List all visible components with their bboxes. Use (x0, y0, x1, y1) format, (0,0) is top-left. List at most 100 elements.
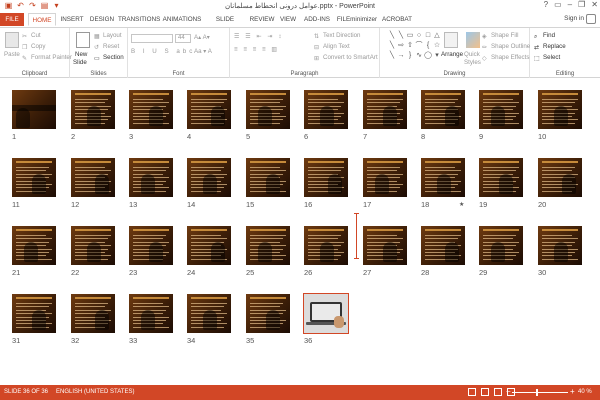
line-shape-icon[interactable]: ╲ (388, 31, 396, 40)
section-button[interactable]: ▭ Section (94, 54, 124, 62)
line-shape-icon[interactable]: ╲ (388, 41, 396, 50)
slide-thumbnail[interactable] (363, 226, 407, 265)
slide-thumbnail[interactable] (187, 90, 231, 129)
minimize-icon[interactable]: – (568, 0, 572, 9)
zoom-slider[interactable] (512, 392, 568, 393)
slide-thumbnail[interactable] (303, 293, 349, 334)
more-shapes-icon[interactable]: ▾ (433, 51, 441, 60)
slide-thumbnail[interactable] (304, 90, 348, 129)
star-shape-icon[interactable]: ☆ (433, 41, 441, 50)
slide-thumbnail[interactable] (479, 90, 523, 129)
slide-thumbnail[interactable] (363, 158, 407, 197)
slide-thumbnail[interactable] (187, 226, 231, 265)
shapes-gallery[interactable]: ╲ ╲ ▭ ○ □ △ ╲ ⇨ ⇧ ⌒ { ☆ ╲ → } ∿ ◯ ▾ (388, 31, 440, 61)
tab-design[interactable]: DESIGN (88, 13, 116, 26)
reset-button[interactable]: ↺ Reset (94, 43, 119, 51)
brace-shape-icon[interactable]: } (406, 51, 414, 60)
slide-thumbnail[interactable] (12, 158, 56, 197)
slide-thumbnail[interactable] (363, 90, 407, 129)
format-painter-button[interactable]: ✎ Format Painter (22, 54, 72, 62)
tab-file[interactable]: FILE (0, 13, 24, 26)
curve-shape-icon[interactable]: ⌒ (415, 41, 423, 50)
oval-shape-icon[interactable]: ◯ (424, 51, 432, 60)
slide-thumbnail[interactable] (304, 226, 348, 265)
cut-button[interactable]: ✂ Cut (22, 32, 41, 40)
ribbon-display-icon[interactable]: ▭ (554, 0, 562, 9)
paste-button[interactable]: Paste (4, 51, 20, 58)
slide-thumbnail[interactable] (129, 294, 173, 333)
tab-home[interactable]: HOME (28, 13, 56, 26)
slide-thumbnail[interactable] (71, 90, 115, 129)
align-text-button[interactable]: ⊟ Align Text (314, 43, 350, 51)
paste-icon[interactable] (5, 32, 19, 48)
arrange-icon[interactable] (444, 32, 458, 48)
line-shape-icon[interactable]: ╲ (397, 31, 405, 40)
tab-animations[interactable]: ANIMATIONS (162, 13, 202, 26)
align-buttons[interactable]: ≡ ≡ ≡ ≡ ▥ (234, 46, 279, 53)
tab-add-ins[interactable]: ADD-INS (302, 13, 332, 26)
tab-transitions[interactable]: TRANSITIONS (118, 13, 160, 26)
tab-fileminimizer[interactable]: FILEminimizer (335, 13, 379, 26)
slide-thumbnail[interactable] (71, 158, 115, 197)
normal-view-icon[interactable] (468, 388, 476, 396)
select-button[interactable]: ⬚ Select (534, 54, 560, 62)
quick-styles-icon[interactable] (466, 32, 480, 48)
convert-smartart-button[interactable]: ⊞ Convert to SmartArt (314, 54, 378, 62)
arrow-shape-icon[interactable]: → (397, 51, 405, 60)
close-icon[interactable]: ✕ (591, 0, 598, 9)
slide-thumbnail[interactable] (129, 90, 173, 129)
slide-sorter-view-icon[interactable] (481, 388, 489, 396)
zoom-slider-handle[interactable] (536, 389, 538, 396)
quick-styles-dropdown[interactable]: Styles (464, 59, 481, 66)
sign-in-link[interactable]: Sign in (564, 15, 584, 22)
new-slide-dropdown[interactable]: Slide (73, 59, 87, 66)
slide-thumbnail[interactable] (421, 226, 465, 265)
tab-acrobat[interactable]: ACROBAT (382, 13, 412, 26)
slide-thumbnail[interactable] (246, 294, 290, 333)
replace-button[interactable]: ⇄ Replace (534, 43, 566, 51)
copy-button[interactable]: ❐ Copy (22, 43, 45, 51)
slide-thumbnail[interactable] (246, 158, 290, 197)
layout-button[interactable]: ▦ Layout (94, 32, 122, 40)
font-color-icon[interactable]: Aa ▾ A (194, 48, 212, 55)
new-slide-icon[interactable] (76, 32, 90, 48)
oval-shape-icon[interactable]: ○ (415, 31, 423, 40)
slide-thumbnail[interactable] (129, 158, 173, 197)
shape-fill-button[interactable]: ◈ Shape Fill (482, 32, 519, 40)
slide-thumbnail[interactable] (421, 90, 465, 129)
zoom-level[interactable]: 40 % (578, 389, 592, 395)
font-size-field[interactable]: 44 (175, 34, 191, 43)
slide-thumbnail[interactable] (304, 158, 348, 197)
font-name-field[interactable] (131, 34, 173, 43)
new-slide-button[interactable]: New (75, 51, 87, 58)
slide-thumbnail[interactable] (187, 158, 231, 197)
rectangle-shape-icon[interactable]: □ (424, 31, 432, 40)
grow-font-icon[interactable]: A▴ A▾ (194, 34, 210, 41)
quick-styles-button[interactable]: Quick (464, 51, 480, 58)
arrow-shape-icon[interactable]: ⇧ (406, 41, 414, 50)
language-indicator[interactable]: ENGLISH (UNITED STATES) (56, 389, 134, 395)
rectangle-shape-icon[interactable]: ▭ (406, 31, 414, 40)
shape-outline-button[interactable]: ✏ Shape Outline (482, 43, 530, 51)
slide-thumbnail[interactable] (187, 294, 231, 333)
shape-effects-button[interactable]: ◇ Shape Effects (482, 54, 529, 62)
tab-review[interactable]: REVIEW (248, 13, 276, 26)
list-buttons[interactable]: ☰ ☰ ⇤ ⇥ ↕ (234, 33, 283, 40)
reading-view-icon[interactable] (494, 388, 502, 396)
slide-thumbnail[interactable] (538, 90, 582, 129)
tab-view[interactable]: VIEW (278, 13, 298, 26)
slide-thumbnail[interactable] (12, 90, 56, 129)
line-shape-icon[interactable]: ╲ (388, 51, 396, 60)
restore-icon[interactable]: ❐ (578, 0, 585, 9)
zoom-out-button[interactable]: − (506, 387, 511, 396)
slide-thumbnail[interactable] (129, 226, 173, 265)
slide-thumbnail[interactable] (246, 90, 290, 129)
text-direction-button[interactable]: ⇅ Text Direction (314, 32, 360, 40)
curve-shape-icon[interactable]: ∿ (415, 51, 423, 60)
slide-thumbnail[interactable] (71, 226, 115, 265)
help-icon[interactable]: ? (544, 0, 548, 9)
font-style-buttons[interactable]: B I U S abc (131, 48, 195, 55)
slide-thumbnail[interactable] (538, 158, 582, 197)
slide-thumbnail[interactable] (246, 226, 290, 265)
tab-insert[interactable]: INSERT (58, 13, 86, 26)
